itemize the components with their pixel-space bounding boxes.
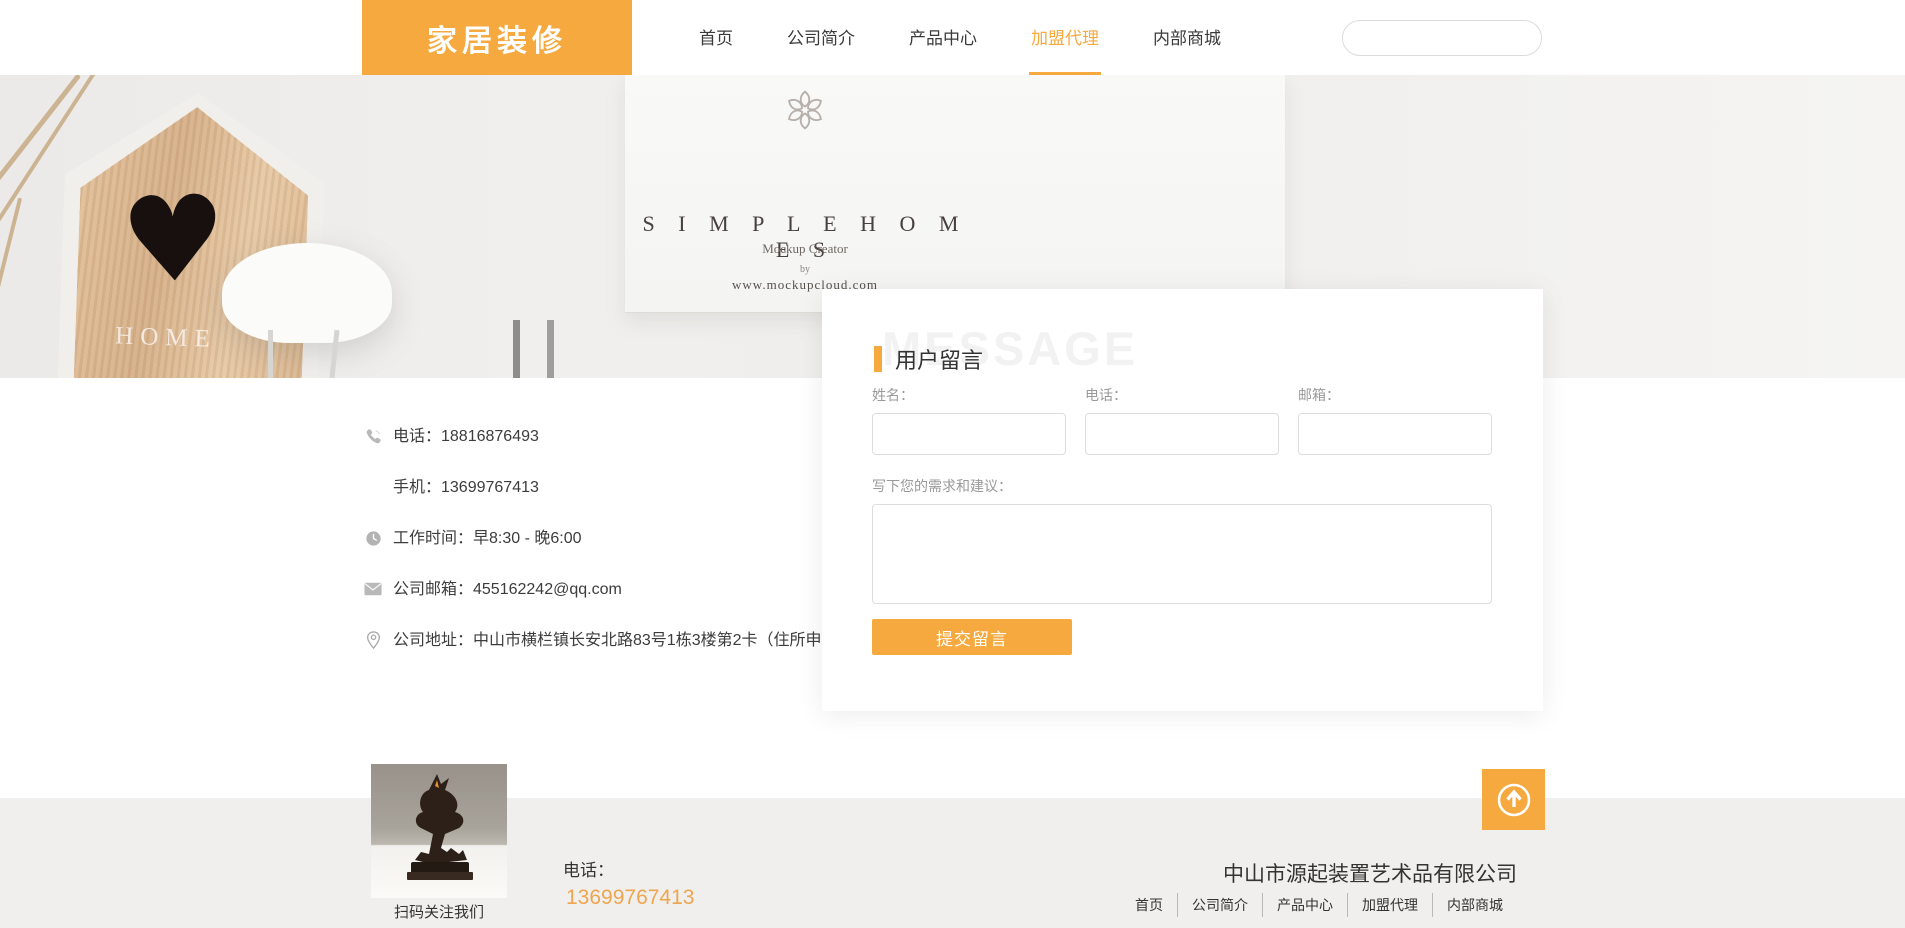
clock-icon: [363, 528, 383, 548]
form-title: 用户留言: [895, 343, 983, 375]
chair-leg: [268, 330, 273, 378]
message-textarea[interactable]: [872, 504, 1492, 604]
contact-row-phone: 电话：18816876493: [363, 426, 803, 448]
contact-address-text: 公司地址：中山市横栏镇长安北路83号1栋3楼第2卡（住所申报）: [393, 630, 854, 652]
twine-rope: [0, 197, 22, 378]
email-label: 邮箱：: [1298, 385, 1492, 405]
submit-message-button[interactable]: 提交留言: [872, 619, 1072, 655]
arrow-up-circle-icon: [1494, 780, 1534, 820]
chair-silhouette: [222, 243, 392, 343]
field-email: 邮箱：: [1298, 385, 1492, 455]
name-label: 姓名：: [872, 385, 1066, 405]
footer-nav-company[interactable]: 公司简介: [1177, 893, 1262, 917]
contact-row-email: 公司邮箱：455162242@qq.com: [363, 579, 803, 601]
contact-phone-text: 电话：18816876493: [393, 426, 539, 448]
qr-follow-image: [371, 764, 507, 898]
site-logo-text: 家居装修: [427, 16, 567, 60]
textarea-block: 写下您的需求和建议：: [872, 476, 1492, 609]
footer-phone-label: 电话：: [563, 856, 614, 881]
furniture-leg: [547, 320, 554, 378]
qr-caption: 扫码关注我们: [361, 901, 517, 922]
contact-row-hours: 工作时间：早8:30 - 晚6:00: [363, 528, 803, 550]
footer-nav: 首页 公司简介 产品中心 加盟代理 内部商城: [1070, 893, 1517, 917]
footer-company-name: 中山市源起装置艺术品有限公司: [1070, 858, 1517, 888]
email-input[interactable]: [1298, 413, 1492, 455]
nav-item-home[interactable]: 首页: [697, 0, 735, 75]
contact-mobile-text: 手机：13699767413: [393, 477, 539, 499]
footer-nav-mall[interactable]: 内部商城: [1432, 893, 1517, 917]
location-icon: [363, 630, 383, 650]
nav-item-company[interactable]: 公司简介: [785, 0, 857, 75]
main-nav: 首页 公司简介 产品中心 加盟代理 内部商城: [697, 0, 1223, 75]
footer: [0, 798, 1905, 928]
header: 家居装修 首页 公司简介 产品中心 加盟代理 内部商城: [0, 0, 1905, 75]
mockup-byline: by: [625, 264, 985, 275]
contact-row-address: 公司地址：中山市横栏镇长安北路83号1栋3楼第2卡（住所申报）: [363, 630, 803, 652]
contact-hours-text: 工作时间：早8:30 - 晚6:00: [393, 528, 582, 550]
footer-nav-franchise[interactable]: 加盟代理: [1347, 893, 1432, 917]
nav-item-products[interactable]: 产品中心: [907, 0, 979, 75]
floral-ornament-icon: [782, 87, 828, 133]
name-input[interactable]: [872, 413, 1066, 455]
title-accent-bar: [874, 346, 882, 372]
form-fields-row: 姓名： 电话： 邮箱：: [872, 385, 1492, 455]
contact-info-list: 电话：18816876493 手机：13699767413 工作时间：早8:30…: [363, 426, 803, 681]
mail-icon: [363, 579, 383, 599]
form-title-row: 用户留言: [874, 343, 983, 375]
field-name: 姓名：: [872, 385, 1066, 455]
mockup-subtitle: Mockup Creator: [625, 241, 985, 257]
phone-label: 电话：: [1085, 385, 1279, 405]
field-phone: 电话：: [1085, 385, 1279, 455]
nav-item-franchise[interactable]: 加盟代理: [1029, 0, 1101, 75]
footer-phone-number: 13699767413: [566, 886, 694, 910]
home-decor-text: HOME: [115, 322, 218, 354]
phone-input[interactable]: [1085, 413, 1279, 455]
no-icon: [363, 477, 383, 497]
page: 家居装修 首页 公司简介 产品中心 加盟代理 内部商城 ♥ HOME: [0, 0, 1905, 928]
contact-row-mobile: 手机：13699767413: [363, 477, 803, 499]
message-label: 写下您的需求和建议：: [872, 476, 1492, 496]
mockup-paper-card: S I M P L E H O M E S Mockup Creator by …: [625, 75, 1285, 313]
nav-item-mall[interactable]: 内部商城: [1151, 0, 1223, 75]
site-logo[interactable]: 家居装修: [362, 0, 632, 75]
footer-nav-products[interactable]: 产品中心: [1262, 893, 1347, 917]
phone-icon: [363, 426, 383, 446]
paper-card-content: S I M P L E H O M E S Mockup Creator by …: [625, 75, 985, 313]
contact-email-text: 公司邮箱：455162242@qq.com: [393, 579, 622, 601]
search-box[interactable]: [1342, 20, 1542, 56]
heart-cutout: ♥: [119, 179, 229, 301]
message-form-card: MESSAGE 用户留言 姓名： 电话： 邮箱： 写下您的需求和建议： 提交留言: [822, 289, 1543, 711]
sculpture-photo: [371, 764, 507, 898]
footer-nav-home[interactable]: 首页: [1121, 893, 1177, 917]
search-input[interactable]: [1371, 23, 1552, 53]
furniture-leg: [513, 320, 520, 378]
back-to-top-button[interactable]: [1482, 769, 1545, 830]
